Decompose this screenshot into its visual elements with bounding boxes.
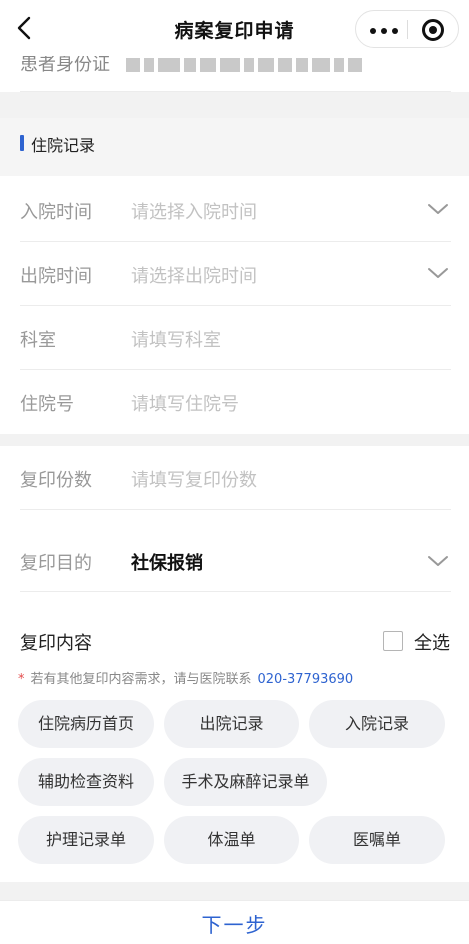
chip-nursing-record[interactable]: 护理记录单: [18, 816, 154, 864]
purpose-row[interactable]: 复印目的 社保报销: [0, 510, 469, 592]
mini-program-capsule: [355, 10, 459, 48]
chip-surgery-anesthesia[interactable]: 手术及麻醉记录单: [164, 758, 327, 806]
admit-time-label: 入院时间: [20, 202, 92, 223]
copy-content-header: 复印内容 全选: [0, 616, 469, 666]
inpatient-number-input[interactable]: 请填写住院号: [131, 390, 239, 416]
bottom-bar: 下一步: [0, 900, 469, 944]
inpatient-number-row[interactable]: 住院号 请填写住院号: [0, 370, 469, 434]
section-header-inpatient: 住院记录: [0, 118, 469, 176]
department-input[interactable]: 请填写科室: [131, 326, 221, 352]
copies-label: 复印份数: [20, 470, 92, 491]
more-icon[interactable]: [370, 28, 398, 34]
department-label: 科室: [20, 330, 56, 351]
contact-note-text: 若有其他复印内容需求，请与医院联系: [30, 672, 252, 687]
purpose-label: 复印目的: [20, 553, 92, 574]
divider: [20, 591, 451, 592]
close-miniprogram-icon[interactable]: [422, 19, 444, 41]
chevron-down-icon: [428, 204, 448, 214]
select-all-checkbox[interactable]: [383, 631, 403, 651]
section-accent-bar: [20, 135, 24, 151]
top-nav: 病案复印申请: [0, 0, 469, 56]
section-gap: [0, 92, 469, 118]
section-title: 住院记录: [31, 136, 96, 155]
chip-admission-record[interactable]: 入院记录: [309, 700, 445, 748]
chip-auxiliary-exam[interactable]: 辅助检查资料: [18, 758, 154, 806]
chip-temperature-sheet[interactable]: 体温单: [164, 816, 299, 864]
discharge-time-picker[interactable]: 请选择出院时间: [131, 262, 257, 288]
purpose-select[interactable]: 社保报销: [131, 549, 203, 575]
chip-admission-first-page[interactable]: 住院病历首页: [18, 700, 154, 748]
chevron-down-icon: [428, 268, 448, 278]
capsule-divider: [407, 20, 408, 39]
contact-note: * 若有其他复印内容需求，请与医院联系 020-37793690: [18, 668, 353, 687]
section-gap: [0, 882, 469, 900]
contact-phone-link[interactable]: 020-37793690: [258, 672, 354, 687]
discharge-time-row[interactable]: 出院时间 请选择出院时间: [0, 242, 469, 306]
next-step-button[interactable]: 下一步: [0, 909, 469, 938]
required-star: *: [18, 672, 25, 687]
copies-row[interactable]: 复印份数 请填写复印份数: [0, 446, 469, 510]
select-all-label[interactable]: 全选: [414, 629, 450, 655]
discharge-time-label: 出院时间: [20, 266, 92, 287]
inpatient-number-label: 住院号: [20, 394, 74, 415]
admit-time-picker[interactable]: 请选择入院时间: [131, 198, 257, 224]
chevron-down-icon: [428, 556, 448, 566]
department-row[interactable]: 科室 请填写科室: [0, 306, 469, 370]
copies-input[interactable]: 请填写复印份数: [131, 466, 257, 492]
copy-content-label: 复印内容: [20, 633, 92, 654]
chip-discharge-record[interactable]: 出院记录: [164, 700, 299, 748]
chip-doctor-orders[interactable]: 医嘱单: [309, 816, 445, 864]
admit-time-row[interactable]: 入院时间 请选择入院时间: [0, 178, 469, 242]
patient-id-masked-value: [126, 58, 362, 72]
section-gap: [0, 434, 469, 446]
